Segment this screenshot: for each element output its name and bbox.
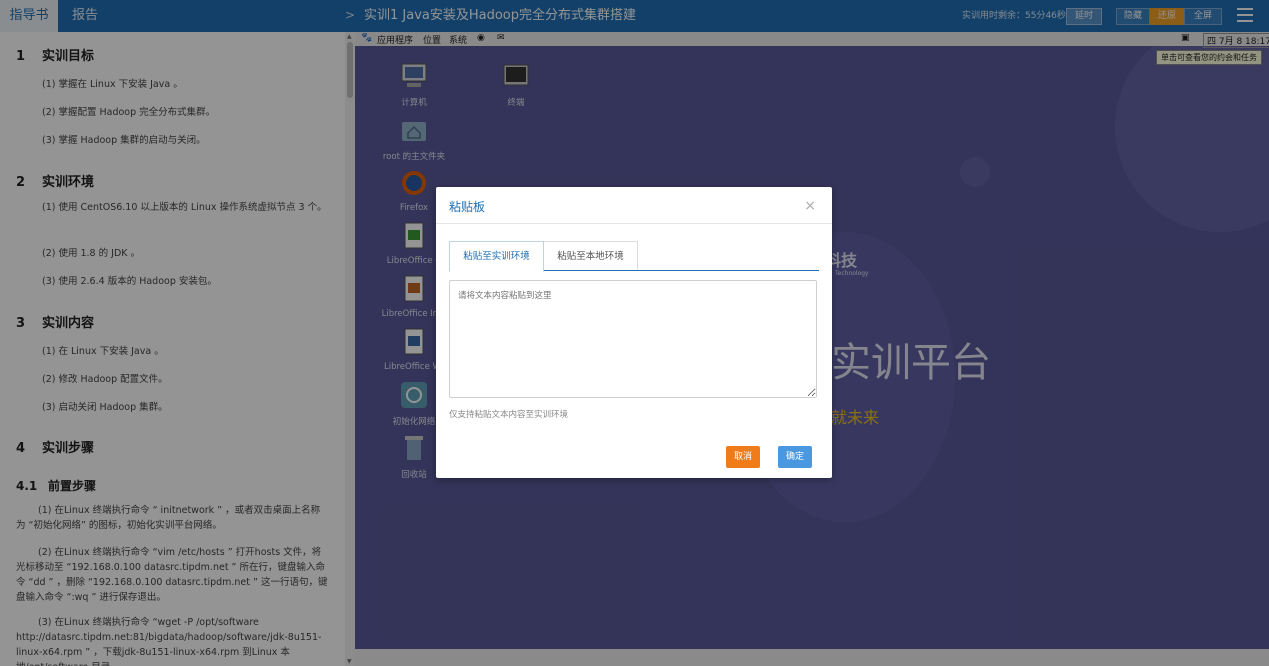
divider: [436, 223, 832, 224]
confirm-button[interactable]: 确定: [778, 446, 812, 468]
cancel-button[interactable]: 取消: [726, 446, 760, 468]
tab-paste-to-lab[interactable]: 粘贴至实训环境: [449, 241, 544, 272]
tab-paste-to-local[interactable]: 粘贴至本地环境: [543, 241, 638, 271]
clipboard-textarea[interactable]: [449, 280, 817, 398]
dialog-title: 粘贴板: [449, 200, 486, 214]
clipboard-dialog: 粘贴板 × 粘贴至实训环境 粘贴至本地环境 仅支持粘贴文本内容至实训环境 取消 …: [436, 187, 832, 478]
close-icon[interactable]: ×: [804, 198, 816, 214]
hint-text: 仅支持粘贴文本内容至实训环境: [449, 410, 569, 420]
